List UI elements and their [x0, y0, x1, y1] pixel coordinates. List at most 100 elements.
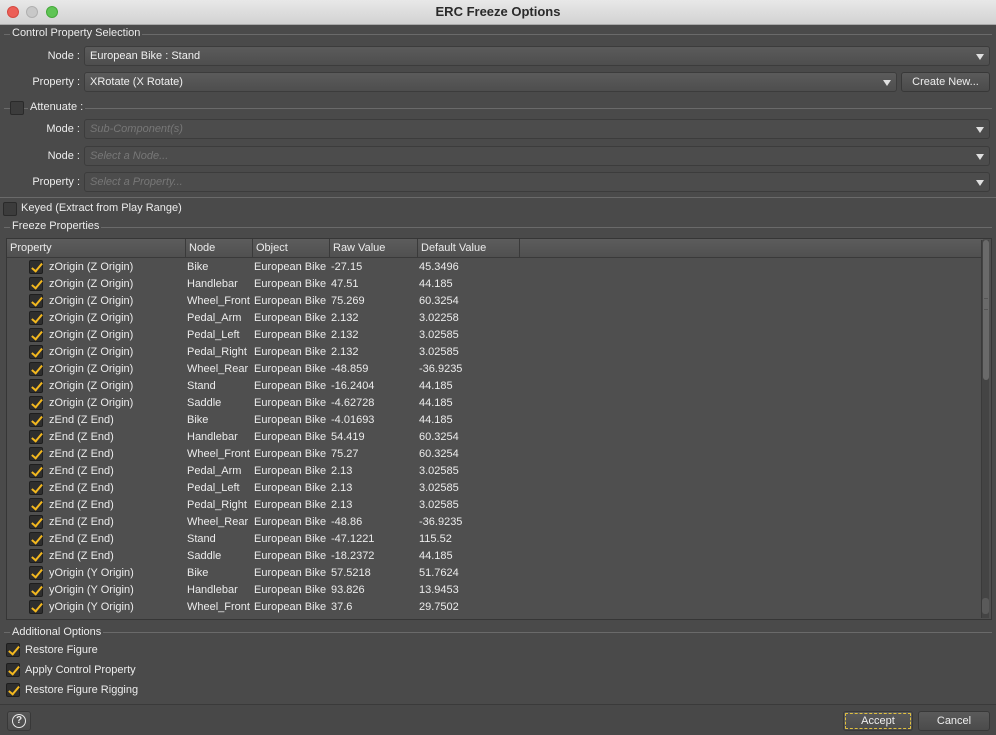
control-property-group-label: Control Property Selection [10, 27, 143, 39]
accept-button[interactable]: Accept [843, 711, 913, 731]
row-checkbox[interactable] [29, 430, 43, 444]
table-row[interactable]: zOrigin (Z Origin) Wheel_Rear European Bik… [7, 361, 983, 378]
scroll-arrows-icon[interactable] [982, 598, 989, 614]
row-checkbox[interactable] [29, 396, 43, 410]
restore-figure-label: Restore Figure [25, 644, 98, 656]
row-checkbox[interactable] [29, 311, 43, 325]
row-checkbox[interactable] [29, 328, 43, 342]
table-row[interactable]: yOrigin (Y Origin) Wheel_Front European Bi… [7, 599, 983, 616]
table-row[interactable]: zOrigin (Z Origin) Saddle European Bike -4.… [7, 395, 983, 412]
restore-figure-checkbox[interactable] [6, 643, 20, 657]
row-checkbox[interactable] [29, 515, 43, 529]
cell-default-value: 3.02258 [419, 312, 459, 324]
table-row[interactable]: yOrigin (Y Origin) Handlebar European Bike… [7, 582, 983, 599]
cell-raw-value: -48.859 [331, 363, 369, 375]
row-checkbox[interactable] [29, 294, 43, 308]
table-row[interactable]: zEnd (Z End) Wheel_Rear European Bike -48.8… [7, 514, 983, 531]
table-row[interactable]: zOrigin (Z Origin) Pedal_Left European Bik… [7, 327, 983, 344]
row-checkbox[interactable] [29, 277, 43, 291]
cell-node: Pedal_Left [187, 482, 240, 494]
row-checkbox[interactable] [29, 566, 43, 580]
table-row[interactable]: zOrigin (Z Origin) Wheel_Front European Bi… [7, 293, 983, 310]
column-header-property[interactable]: Property [7, 239, 186, 258]
freeze-properties-table: Property Node Object Raw Value Default V… [6, 238, 992, 620]
table-row[interactable]: zOrigin (Z Origin) Handlebar European Bike… [7, 276, 983, 293]
cell-node: Pedal_Right [187, 346, 247, 358]
cell-raw-value: -16.2404 [331, 380, 375, 392]
row-checkbox[interactable] [29, 362, 43, 376]
column-header-raw-value[interactable]: Raw Value [330, 239, 418, 258]
control-node-combo[interactable]: European Bike : Stand [84, 46, 990, 66]
cell-property: zEnd (Z End) [49, 533, 114, 545]
cell-property: zOrigin (Z Origin) [49, 329, 134, 341]
cell-default-value: 51.7624 [419, 567, 459, 579]
table-row[interactable]: zEnd (Z End) Pedal_Right European Bike 2.13… [7, 497, 983, 514]
cell-object: European Bike [254, 346, 327, 358]
row-checkbox[interactable] [29, 447, 43, 461]
row-checkbox[interactable] [29, 583, 43, 597]
attenuate-mode-combo[interactable]: Sub-Component(s) [84, 119, 990, 139]
attenuate-property-combo[interactable]: Select a Property... [84, 172, 990, 192]
row-checkbox[interactable] [29, 345, 43, 359]
cell-node: Wheel_Rear [187, 363, 249, 375]
attenuate-node-combo[interactable]: Select a Node... [84, 146, 990, 166]
create-new-button[interactable]: Create New... [901, 72, 990, 92]
cell-raw-value: 2.13 [331, 465, 353, 477]
cell-object: European Bike [254, 329, 327, 341]
cell-property: zOrigin (Z Origin) [49, 278, 134, 290]
attenuate-node-placeholder: Select a Node... [90, 150, 169, 162]
scrollbar-thumb[interactable] [983, 240, 989, 380]
table-row[interactable]: zOrigin (Z Origin) Pedal_Right European Bi… [7, 344, 983, 361]
table-row[interactable]: zEnd (Z End) Stand European Bike -47.1221 11… [7, 531, 983, 548]
cell-default-value: 44.185 [419, 550, 453, 562]
row-checkbox[interactable] [29, 481, 43, 495]
column-header-object[interactable]: Object [253, 239, 330, 258]
row-checkbox[interactable] [29, 498, 43, 512]
cell-node: Wheel_Front [187, 601, 250, 613]
apply-control-property-checkbox[interactable] [6, 663, 20, 677]
table-row[interactable]: zEnd (Z End) Saddle European Bike -18.2372 4… [7, 548, 983, 565]
cell-object: European Bike [254, 448, 327, 460]
table-row[interactable]: zEnd (Z End) Bike European Bike -4.01693 44.… [7, 412, 983, 429]
restore-figure-rigging-checkbox[interactable] [6, 683, 20, 697]
table-row[interactable]: zOrigin (Z Origin) Stand European Bike -16.… [7, 378, 983, 395]
row-checkbox[interactable] [29, 600, 43, 614]
table-row[interactable]: zOrigin (Z Origin) Pedal_Arm European Bike… [7, 310, 983, 327]
row-checkbox[interactable] [29, 549, 43, 563]
cell-object: European Bike [254, 533, 327, 545]
table-row[interactable]: zEnd (Z End) Wheel_Front European Bike 75.2… [7, 446, 983, 463]
help-button[interactable]: ? [7, 711, 31, 731]
cell-default-value: 115.52 [419, 533, 452, 545]
keyed-checkbox[interactable] [3, 202, 17, 216]
chevron-down-icon [976, 127, 984, 133]
attenuate-node-label: Node : [47, 150, 80, 162]
cell-raw-value: 75.27 [331, 448, 359, 460]
table-row[interactable]: yOrigin (Y Origin) Bike European Bike 57.52… [7, 565, 983, 582]
cell-raw-value: -4.62728 [331, 397, 375, 409]
restore-figure-rigging-label: Restore Figure Rigging [25, 684, 139, 696]
cell-default-value: 60.3254 [419, 295, 459, 307]
table-scrollbar[interactable] [981, 240, 989, 618]
control-property-combo[interactable]: XRotate (X Rotate) [84, 72, 897, 92]
row-checkbox[interactable] [29, 260, 43, 274]
attenuate-checkbox[interactable] [10, 101, 24, 115]
cancel-button[interactable]: Cancel [918, 711, 990, 731]
cell-default-value: 3.02585 [419, 499, 459, 511]
additional-options-group [4, 632, 992, 633]
column-header-node[interactable]: Node [186, 239, 253, 258]
attenuate-group [4, 108, 992, 109]
column-header-default-value[interactable]: Default Value [418, 239, 520, 258]
cell-node: Wheel_Front [187, 448, 250, 460]
table-row[interactable]: zEnd (Z End) Handlebar European Bike 54.419… [7, 429, 983, 446]
additional-options-label: Additional Options [10, 626, 104, 638]
table-row[interactable]: zOrigin (Z Origin) Bike European Bike -27.1… [7, 259, 983, 276]
row-checkbox[interactable] [29, 464, 43, 478]
cell-object: European Bike [254, 261, 327, 273]
table-row[interactable]: zEnd (Z End) Pedal_Arm European Bike 2.13 3.… [7, 463, 983, 480]
cell-node: Wheel_Rear [187, 516, 249, 528]
row-checkbox[interactable] [29, 413, 43, 427]
help-icon: ? [12, 714, 26, 728]
table-row[interactable]: zEnd (Z End) Pedal_Left European Bike 2.13 3… [7, 480, 983, 497]
row-checkbox[interactable] [29, 379, 43, 393]
row-checkbox[interactable] [29, 532, 43, 546]
